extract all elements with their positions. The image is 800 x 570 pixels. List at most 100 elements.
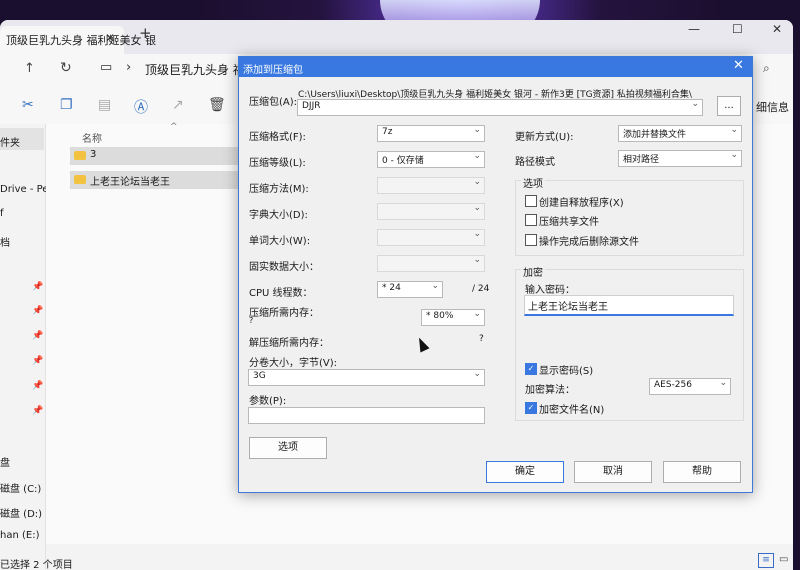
method-select[interactable]: ⌄ bbox=[377, 177, 485, 194]
details-label[interactable]: 细信息 bbox=[756, 99, 789, 115]
update-select[interactable]: 添加并替换文件 ⌄ bbox=[618, 125, 742, 142]
dialog-titlebar[interactable]: 添加到压缩包 ✕ bbox=[239, 57, 752, 77]
options-button[interactable]: 选项 bbox=[249, 437, 327, 459]
nav-item-drive-e[interactable]: han (E:) bbox=[0, 530, 39, 541]
maximize-icon[interactable]: ☐ bbox=[732, 22, 743, 36]
split-label: 分卷大小，字节(V): bbox=[249, 358, 338, 369]
search-icon[interactable]: ⌕ bbox=[763, 61, 770, 76]
chevron-right-icon[interactable]: › bbox=[126, 60, 131, 75]
dict-select[interactable]: ⌄ bbox=[377, 203, 485, 220]
cpu-value: * 24 bbox=[382, 283, 401, 293]
chevron-down-icon: ⌄ bbox=[473, 151, 481, 161]
encryption-method-select[interactable]: AES-256 ⌄ bbox=[649, 378, 731, 395]
delete-after-checkbox[interactable] bbox=[525, 234, 537, 246]
delete-icon[interactable]: 🗑 bbox=[208, 97, 226, 113]
password-label: 输入密码： bbox=[525, 285, 575, 296]
word-select[interactable]: ⌄ bbox=[377, 229, 485, 246]
params-input[interactable] bbox=[248, 407, 485, 424]
memory-value: * 80% bbox=[426, 311, 454, 321]
chevron-down-icon: ⌄ bbox=[473, 177, 481, 187]
method-label: 压缩方法(M): bbox=[249, 184, 309, 195]
up-arrow-icon[interactable]: ↑ bbox=[24, 61, 35, 76]
format-select[interactable]: 7z ⌄ bbox=[377, 125, 485, 142]
computer-icon[interactable]: ▭ bbox=[100, 60, 112, 75]
tab-close-icon[interactable]: ✕ bbox=[105, 31, 115, 45]
format-value: 7z bbox=[382, 127, 393, 137]
format-label: 压缩格式(F): bbox=[249, 132, 306, 143]
cut-icon[interactable]: ✂ bbox=[22, 97, 34, 113]
password-input[interactable]: 上老王论坛当老王 bbox=[524, 295, 734, 316]
share-icon[interactable]: ↗ bbox=[172, 97, 184, 113]
chevron-down-icon: ⌄ bbox=[691, 99, 699, 109]
split-value: 3G bbox=[253, 371, 266, 381]
path-mode-select[interactable]: 相对路径 ⌄ bbox=[618, 150, 742, 167]
chevron-down-icon: ⌄ bbox=[473, 369, 481, 379]
pin-icon: 📌 bbox=[32, 356, 44, 366]
update-value: 添加并替换文件 bbox=[623, 130, 687, 140]
folder-icon bbox=[74, 151, 86, 160]
file-row[interactable]: 3 bbox=[70, 147, 250, 165]
pin-icon: 📌 bbox=[32, 381, 44, 391]
chevron-down-icon: ⌄ bbox=[473, 125, 481, 135]
dialog-title: 添加到压缩包 bbox=[243, 65, 303, 76]
level-select[interactable]: 0 - 仅存储 ⌄ bbox=[377, 151, 485, 168]
status-bar: 已选择 2 个项目 ≡ ▭ bbox=[0, 546, 793, 570]
memory-select[interactable]: * 80% ⌄ bbox=[421, 309, 485, 326]
nav-item[interactable]: 件夹 bbox=[0, 134, 20, 149]
word-label: 单词大小(W): bbox=[249, 236, 311, 247]
add-to-archive-dialog: 添加到压缩包 ✕ 压缩包(A): C:\Users\liuxi\Desktop\… bbox=[238, 56, 753, 493]
decompress-memory-question: ? bbox=[479, 334, 484, 344]
show-password-checkbox[interactable]: ✓ bbox=[525, 363, 537, 375]
window-close-icon[interactable]: ✕ bbox=[772, 22, 782, 36]
level-label: 压缩等级(L): bbox=[249, 158, 306, 169]
nav-item-drive-d[interactable]: 磁盘 (D:) bbox=[0, 505, 42, 520]
memory-question: ? bbox=[249, 316, 254, 325]
encrypt-names-checkbox[interactable]: ✓ bbox=[525, 402, 537, 414]
sfx-checkbox[interactable] bbox=[525, 195, 537, 207]
new-tab-icon[interactable]: + bbox=[139, 24, 152, 42]
nav-item[interactable]: 盘 bbox=[0, 454, 10, 469]
minimize-icon[interactable]: — bbox=[688, 22, 700, 36]
ok-button[interactable]: 确定 bbox=[486, 461, 564, 483]
pin-icon: 📌 bbox=[32, 282, 44, 292]
path-mode-label: 路径模式 bbox=[515, 157, 555, 168]
chevron-down-icon: ⌄ bbox=[719, 378, 727, 388]
nav-item-onedrive[interactable]: Drive - Per bbox=[0, 184, 53, 195]
tiles-view-icon[interactable]: ▭ bbox=[779, 554, 788, 565]
encryption-method-label: 加密算法： bbox=[525, 385, 575, 396]
file-row[interactable]: 上老王论坛当老王 bbox=[70, 171, 250, 189]
solid-select[interactable]: ⌄ bbox=[377, 255, 485, 272]
sort-arrow-icon: ^ bbox=[170, 122, 178, 132]
explorer-tab[interactable]: 顶级巨乳九头身 福利姬美女 银 ✕ bbox=[0, 26, 156, 54]
cancel-button[interactable]: 取消 bbox=[574, 461, 652, 483]
file-name: 上老王论坛当老王 bbox=[90, 177, 170, 188]
details-view-icon[interactable]: ≡ bbox=[758, 553, 774, 568]
cpu-select[interactable]: * 24 ⌄ bbox=[377, 281, 443, 298]
chevron-down-icon: ⌄ bbox=[473, 255, 481, 265]
pin-icon: 📌 bbox=[32, 406, 44, 416]
status-text: 已选择 2 个项目 bbox=[0, 560, 73, 570]
shared-files-checkbox[interactable] bbox=[525, 214, 537, 226]
solid-label: 固实数据大小： bbox=[249, 262, 319, 273]
split-combo[interactable]: 3G ⌄ bbox=[248, 369, 485, 386]
archive-name-combo[interactable]: DJJR ⌄ bbox=[297, 99, 703, 116]
nav-item[interactable]: f bbox=[0, 208, 4, 219]
refresh-icon[interactable]: ↻ bbox=[60, 60, 72, 76]
breadcrumb[interactable]: 顶级巨乳九头身 福 bbox=[145, 61, 245, 78]
nav-item[interactable]: 档 bbox=[0, 234, 10, 249]
copy-icon[interactable]: ❐ bbox=[60, 97, 73, 113]
tab-bar: 顶级巨乳九头身 福利姬美女 银 ✕ + — ☐ ✕ bbox=[0, 20, 793, 54]
paste-icon[interactable]: ▤ bbox=[98, 97, 111, 113]
help-button[interactable]: 帮助 bbox=[663, 461, 741, 483]
browse-button[interactable]: ... bbox=[717, 96, 741, 116]
column-header-name[interactable]: 名称 bbox=[82, 130, 102, 145]
options-group-title: 选项 bbox=[521, 175, 545, 190]
cpu-label: CPU 线程数： bbox=[249, 288, 313, 299]
dialog-close-icon[interactable]: ✕ bbox=[733, 58, 744, 73]
nav-item-drive-c[interactable]: 磁盘 (C:) bbox=[0, 480, 41, 495]
chevron-down-icon: ⌄ bbox=[431, 281, 439, 291]
chevron-down-icon: ⌄ bbox=[473, 203, 481, 213]
rename-icon[interactable]: Ⓐ bbox=[134, 97, 148, 117]
chevron-down-icon: ⌄ bbox=[473, 229, 481, 239]
shared-files-label: 压缩共享文件 bbox=[539, 217, 599, 228]
